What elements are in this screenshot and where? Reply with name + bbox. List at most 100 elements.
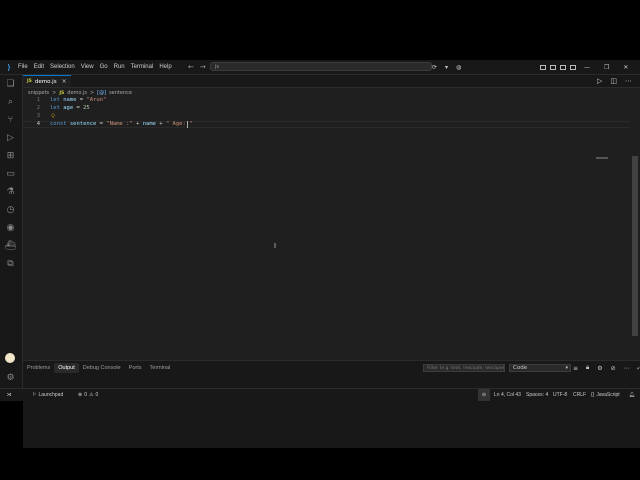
end-of-line[interactable]: CRLF — [573, 389, 586, 401]
clear-output-icon[interactable]: ⊘ — [611, 365, 616, 372]
tab-output[interactable]: Output — [54, 363, 79, 373]
launchpad-label: Launchpad — [38, 392, 64, 398]
database-icon[interactable]: ⧉ — [5, 258, 16, 269]
settings-gear-icon[interactable]: ⚙ — [5, 372, 16, 383]
mouse-ibeam-icon: I — [274, 242, 277, 250]
warning-count: 0 — [95, 392, 99, 398]
avatar[interactable] — [5, 353, 15, 363]
copilot-dropdown-icon[interactable]: ▾ — [445, 64, 448, 71]
code-editor[interactable]: 1 2 3 4 let name = "Arun" let age = 25 c… — [23, 97, 630, 297]
docker-icon[interactable]: ⛴ — [5, 240, 16, 251]
restore-icon[interactable]: ❐ — [604, 64, 609, 71]
chevron-down-icon: ▾ — [565, 365, 568, 371]
tab-ports[interactable]: Ports — [125, 363, 146, 373]
menu-go[interactable]: Go — [100, 64, 108, 70]
code-line: let age = 25 — [50, 105, 90, 111]
menu-file[interactable]: File — [18, 64, 28, 70]
more-actions-icon[interactable]: ⋯ — [625, 77, 632, 85]
bottom-panel: Problems Output Debug Console Ports Term… — [23, 360, 640, 448]
braces-icon: {} — [591, 392, 595, 398]
source-control-icon[interactable]: ⑂ — [5, 114, 16, 125]
launchpad-item[interactable]: ⚐ Launchpad — [32, 389, 63, 401]
output-channel-select[interactable]: Code ▾ — [509, 364, 571, 372]
command-center[interactable]: js — [210, 62, 432, 71]
breadcrumb-folder[interactable]: snippets — [28, 90, 49, 96]
menu-help[interactable]: Help — [159, 64, 171, 70]
github-icon[interactable]: ◉ — [5, 222, 16, 233]
minimap[interactable] — [596, 157, 608, 159]
filter-options-icon[interactable]: ≡ — [573, 365, 578, 372]
operator: = — [76, 97, 87, 103]
accounts-circle-icon[interactable]: ◍ — [456, 64, 461, 71]
breadcrumb-separator: > — [52, 90, 57, 96]
copilot-icon[interactable]: ⟳ — [432, 64, 437, 71]
forward-arrow-icon[interactable]: → — [200, 63, 206, 71]
toggle-secondary-sidebar-icon[interactable] — [560, 64, 566, 70]
number-literal: 25 — [83, 105, 90, 111]
zoom-icon[interactable]: ⊖ — [478, 389, 490, 401]
tab-debug-console[interactable]: Debug Console — [79, 363, 125, 373]
code-line: const sentence = "Name :" + name + " Age… — [50, 121, 192, 127]
line-number: 3 — [36, 113, 40, 119]
customize-layout-icon[interactable] — [570, 64, 576, 70]
timeline-icon[interactable]: ◷ — [5, 204, 16, 215]
run-file-icon[interactable]: ▷ — [597, 77, 602, 85]
lock-scroll-icon[interactable]: 🔒︎ — [586, 364, 589, 372]
panel-actions: ≡ 🔒︎ ⚙ ⊘ ⋯ ⤢ ✕ — [573, 361, 640, 375]
line-number: 4 — [36, 121, 40, 127]
menu-view[interactable]: View — [81, 64, 94, 70]
menu-terminal[interactable]: Terminal — [131, 64, 154, 70]
toggle-primary-sidebar-icon[interactable] — [540, 64, 546, 70]
string-literal: "Arun" — [86, 97, 107, 103]
js-file-icon: JS — [59, 90, 65, 96]
back-arrow-icon[interactable]: ← — [188, 63, 194, 71]
search-icon[interactable]: ⌕ — [5, 96, 16, 107]
vscode-window: ⟩ File Edit Selection View Go Run Termin… — [0, 60, 640, 448]
operator: = — [73, 105, 84, 111]
operator: + — [132, 121, 143, 127]
editor-tabs: JS demo.js × ▷ ◫ ⋯ — [23, 75, 640, 88]
run-debug-icon[interactable]: ▷ — [5, 132, 16, 143]
error-count: 0 — [84, 392, 87, 398]
testing-icon[interactable]: ⚗ — [5, 186, 16, 197]
remote-explorer-icon[interactable]: ▭ — [5, 168, 16, 179]
split-editor-icon[interactable]: ◫ — [610, 77, 617, 85]
output-channel-value: Code — [513, 365, 528, 371]
more-actions-icon[interactable]: ⋯ — [624, 365, 630, 372]
menu-edit[interactable]: Edit — [34, 64, 44, 70]
menu-selection[interactable]: Selection — [50, 64, 75, 70]
breadcrumb-file[interactable]: demo.js — [67, 90, 87, 96]
editor-actions: ▷ ◫ ⋯ — [597, 75, 632, 87]
minimize-icon[interactable]: — — [584, 64, 590, 71]
tab-terminal[interactable]: Terminal — [146, 363, 175, 373]
remote-indicator-icon[interactable]: ⋊ — [0, 389, 18, 401]
string-literal: " Age: " — [165, 121, 193, 127]
notifications-bell-icon[interactable]: 🔔︎ — [629, 389, 635, 401]
breadcrumb-symbol[interactable]: sentence — [109, 90, 132, 96]
operator: = — [96, 121, 107, 127]
tab-problems[interactable]: Problems — [23, 363, 54, 373]
layout-controls — [540, 60, 576, 74]
identifier: name — [142, 121, 156, 127]
extensions-icon[interactable]: ⊞ — [5, 150, 16, 161]
toggle-panel-icon[interactable] — [550, 64, 556, 70]
indentation[interactable]: Spaces: 4 — [526, 389, 548, 401]
close-window-icon[interactable]: ✕ — [623, 64, 628, 71]
command-center-text: js — [215, 64, 219, 70]
tab-demo-js[interactable]: JS demo.js × — [23, 75, 71, 87]
menu-run[interactable]: Run — [114, 64, 125, 70]
output-filter-input[interactable]: Filter (e.g. text, !exclude, \escape) — [423, 364, 505, 372]
line-number: 1 — [36, 97, 40, 103]
breadcrumb-separator: > — [89, 90, 95, 96]
keyword: const — [50, 121, 67, 127]
explorer-icon[interactable]: ❏ — [5, 78, 16, 89]
editor-scrollbar[interactable] — [632, 156, 638, 336]
problems-item[interactable]: ⊗ 0 ⚠ 0 — [78, 389, 98, 401]
cursor-position[interactable]: Ln 4, Col 43 — [494, 389, 521, 401]
language-mode[interactable]: {} JavaScript — [591, 389, 620, 401]
settings-gear-icon[interactable]: ⚙ — [597, 365, 602, 372]
close-tab-icon[interactable]: × — [62, 78, 67, 85]
lightbulb-icon[interactable]: 💡︎ — [51, 113, 55, 121]
encoding[interactable]: UTF-8 — [553, 389, 567, 401]
rocket-icon: ⚐ — [32, 392, 37, 398]
